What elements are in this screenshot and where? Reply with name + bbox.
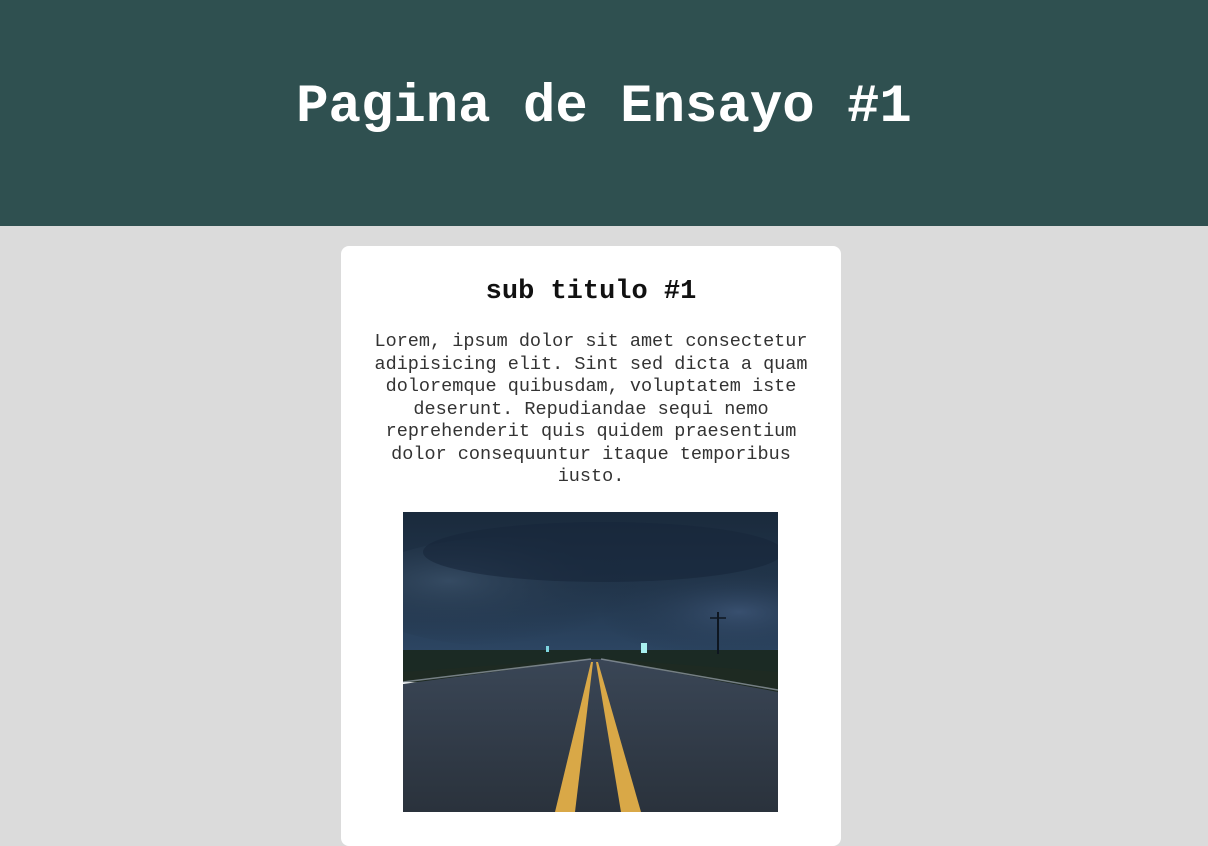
- road-at-night-image: [403, 512, 778, 812]
- card-body-text: Lorem, ipsum dolor sit amet consectetur …: [374, 331, 808, 487]
- page-header: Pagina de Ensayo #1: [0, 0, 1208, 226]
- page-title: Pagina de Ensayo #1: [296, 76, 912, 138]
- content-card: sub titulo #1 Lorem, ipsum dolor sit ame…: [341, 246, 841, 846]
- card-subtitle: sub titulo #1: [485, 277, 697, 307]
